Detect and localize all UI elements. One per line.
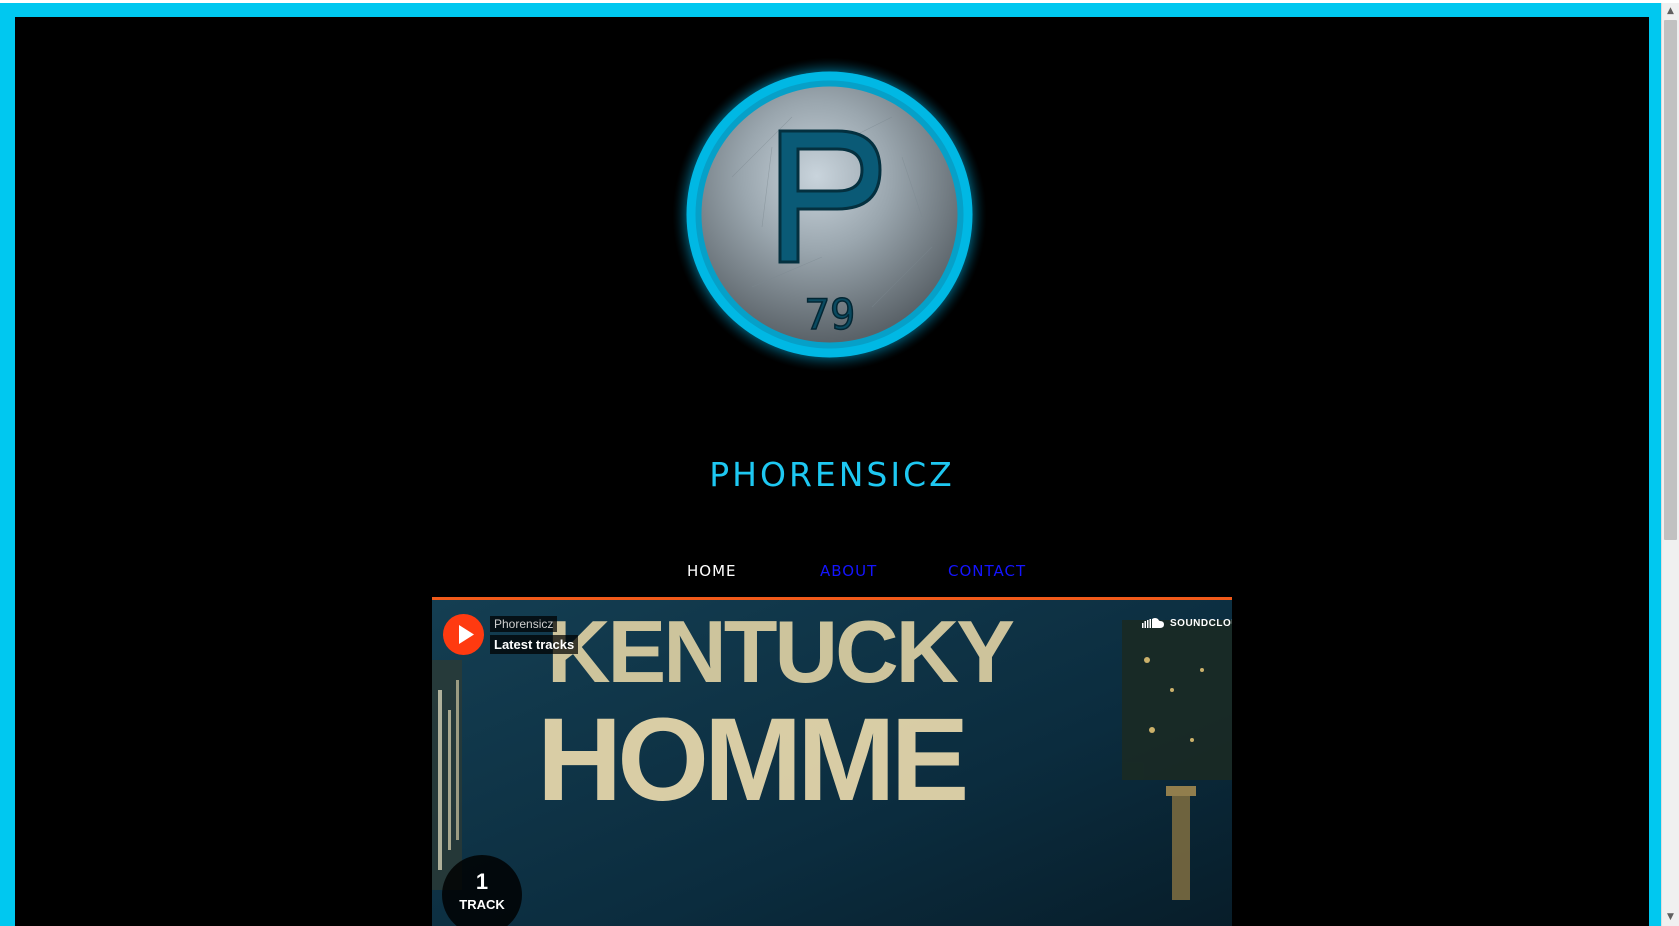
soundcloud-logo[interactable]: SOUNDCLOUD (1142, 617, 1232, 629)
artwork-text-line-2: HOMME (537, 694, 966, 826)
scroll-down-arrow-icon[interactable]: ▼ (1662, 909, 1679, 926)
track-count-label: TRACK (459, 897, 505, 912)
soundcloud-cloud-icon (1142, 618, 1164, 628)
site-title: PHORENSICZ (709, 455, 955, 494)
track-count-number: 1 (475, 869, 489, 894)
play-icon (459, 625, 474, 644)
nav-contact-link[interactable]: CONTACT (948, 562, 1026, 580)
site-logo: 79 (672, 57, 987, 372)
nav-about-link[interactable]: ABOUT (820, 562, 877, 580)
logo-number: 79 (805, 290, 856, 339)
logo-emblem: 79 (672, 57, 987, 372)
artist-name[interactable]: Phorensicz (490, 616, 558, 632)
track-count-badge: 1 TRACK (442, 855, 522, 926)
playlist-title[interactable]: Latest tracks (490, 635, 579, 654)
page-content: 79 PHORENSICZ HOME ABOUT CONTACT KENTUCK… (15, 17, 1649, 926)
main-nav: HOME ABOUT CONTACT (15, 562, 1649, 586)
scroll-up-arrow-icon[interactable]: ▲ (1662, 3, 1679, 20)
vertical-scrollbar[interactable]: ▲ ▼ (1661, 3, 1679, 926)
window-top-strip (0, 0, 1679, 3)
soundcloud-player[interactable]: KENTUCKY HOMME Phorensicz Latest tracks … (432, 597, 1232, 926)
scrollbar-thumb[interactable] (1664, 20, 1677, 540)
play-button[interactable] (443, 614, 484, 655)
nav-home-link[interactable]: HOME (687, 562, 737, 580)
artwork-text-line-1: KENTUCKY (547, 602, 1014, 701)
soundcloud-brand-text: SOUNDCLOUD (1170, 617, 1232, 629)
